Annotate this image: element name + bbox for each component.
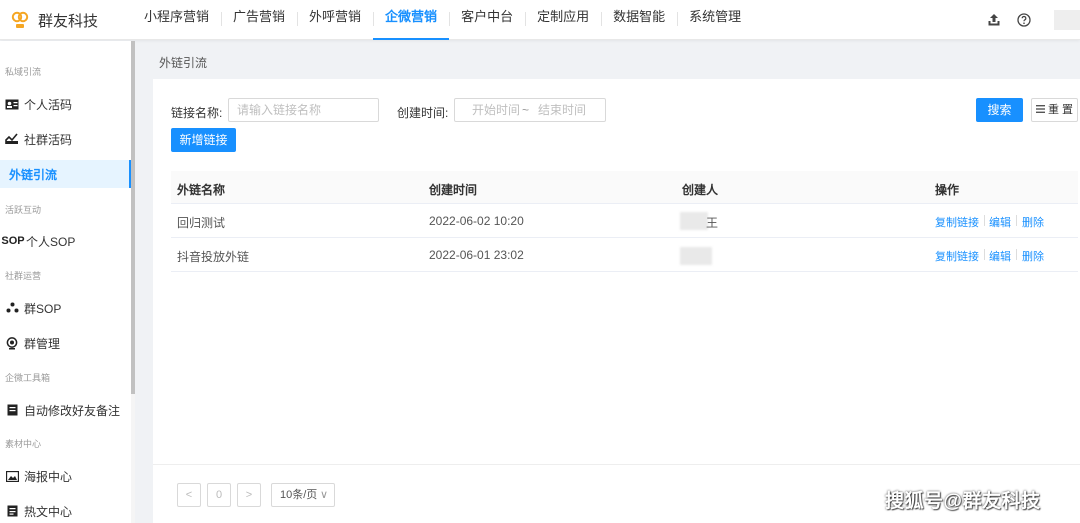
column-header-creator: 创建人 <box>682 183 719 197</box>
action-divider <box>1016 249 1017 260</box>
nav-item-customer[interactable]: 客户中台 <box>449 0 525 40</box>
logo[interactable]: 群友科技 <box>10 8 98 32</box>
sidebar-item-label: 群管理 <box>24 336 61 351</box>
creator-blur <box>680 212 708 230</box>
sidebar-item-personal-sop[interactable]: SOP 个人SOP <box>0 227 131 255</box>
top-bar: 群友科技 小程序营销 广告营销 外呼营销 企微营销 客户中台 定制应用 数据智能… <box>0 0 1080 40</box>
document-icon <box>5 404 19 416</box>
prev-page-button[interactable]: < <box>177 483 201 507</box>
sidebar-item-auto-remark[interactable]: 自动修改好友备注 <box>0 396 131 424</box>
link-name-cell: 抖音投放外链 <box>177 250 250 264</box>
sidebar-item-label: 社群活码 <box>24 132 73 147</box>
content-panel <box>153 79 1080 523</box>
globe-icon <box>5 336 19 349</box>
delete-button[interactable]: 删除 <box>1022 248 1044 264</box>
breadcrumb: 外链引流 <box>159 56 208 70</box>
nav-item-outbound[interactable]: 外呼营销 <box>297 0 373 40</box>
delete-button[interactable]: 删除 <box>1022 214 1044 230</box>
action-divider <box>1016 215 1017 226</box>
main-nav: 小程序营销 广告营销 外呼营销 企微营销 客户中台 定制应用 数据智能 系统管理 <box>132 0 753 40</box>
sidebar-group-tools: 企微工具箱 <box>5 373 51 383</box>
sidebar-item-label: 个人SOP <box>26 234 76 249</box>
search-button[interactable]: 搜索 <box>976 98 1023 122</box>
sidebar-item-label: 热文中心 <box>24 504 73 519</box>
table-row: 回归测试 2022-06-02 10:20 王 复制链接 编辑 删除 <box>171 204 1078 238</box>
nav-item-custom-apps[interactable]: 定制应用 <box>525 0 601 40</box>
copy-link-button[interactable]: 复制链接 <box>935 248 979 264</box>
sidebar-item-posters[interactable]: 海报中心 <box>0 462 131 490</box>
sidebar-item-personal-code[interactable]: 个人活码 <box>0 90 131 118</box>
reset-button-label: 重 置 <box>1047 104 1074 116</box>
nav-item-miniprogram[interactable]: 小程序营销 <box>132 0 221 40</box>
sidebar-group-community: 社群运营 <box>5 271 42 281</box>
sidebar-scrollbar-thumb[interactable] <box>131 41 135 394</box>
sidebar-item-label: 外链引流 <box>9 167 58 182</box>
edit-button[interactable]: 编辑 <box>989 248 1011 264</box>
link-name-cell: 回归测试 <box>177 216 226 230</box>
reset-button[interactable]: 重 置 <box>1031 98 1078 122</box>
create-time-label: 创建时间: <box>397 106 449 120</box>
help-icon[interactable] <box>1016 12 1032 28</box>
sidebar-item-label: 个人活码 <box>24 97 73 112</box>
sidebar-item-label: 群SOP <box>24 301 62 316</box>
sidebar-item-group-code[interactable]: 社群活码 <box>0 125 131 153</box>
pagination-divider <box>153 464 1080 465</box>
chart-icon <box>5 133 19 145</box>
creator-blur <box>680 247 712 265</box>
end-date-placeholder: 结束时间 <box>538 103 587 117</box>
sidebar-item-label: 海报中心 <box>24 469 73 484</box>
sidebar-item-group-manage[interactable]: 群管理 <box>0 329 131 357</box>
logo-icon <box>10 9 30 31</box>
date-range-separator: ~ <box>522 103 530 117</box>
link-name-label: 链接名称: <box>171 106 223 120</box>
table-header: 外链名称 创建时间 创建人 操作 <box>171 171 1078 204</box>
edit-button[interactable]: 编辑 <box>989 214 1011 230</box>
start-date-placeholder: 开始时间 <box>472 103 521 117</box>
sidebar-group-private: 私域引流 <box>5 67 42 77</box>
create-time-cell: 2022-06-02 10:20 <box>429 214 524 228</box>
chevron-down-icon: ∨ <box>319 489 328 501</box>
sidebar-item-articles[interactable]: 热文中心 <box>0 497 131 523</box>
nav-item-data[interactable]: 数据智能 <box>601 0 677 40</box>
article-icon <box>5 505 19 517</box>
table-row: 抖音投放外链 2022-06-01 23:02 复制链接 编辑 删除 <box>171 238 1078 272</box>
action-divider <box>984 249 985 260</box>
page-size-value: 10条/页 <box>280 489 318 501</box>
column-header-name: 外链名称 <box>177 183 226 197</box>
add-link-button[interactable]: 新增链接 <box>171 128 236 152</box>
sidebar-item-label: 自动修改好友备注 <box>24 403 121 418</box>
sop-icon: SOP <box>1 235 25 247</box>
create-time-cell: 2022-06-01 23:02 <box>429 248 524 262</box>
sidebar-item-group-sop[interactable]: 群SOP <box>0 294 131 322</box>
nav-item-ads[interactable]: 广告营销 <box>221 0 297 40</box>
copy-link-button[interactable]: 复制链接 <box>935 214 979 230</box>
column-header-time: 创建时间 <box>429 183 478 197</box>
top-icons <box>986 0 1080 40</box>
logo-text: 群友科技 <box>38 12 99 30</box>
nav-item-wecom[interactable]: 企微营销 <box>373 0 450 40</box>
date-range-input[interactable]: 开始时间 ~ 结束时间 <box>454 98 606 122</box>
next-page-button[interactable]: > <box>237 483 261 507</box>
page-size-select[interactable]: 10条/页 ∨ <box>271 483 335 507</box>
id-card-icon <box>5 98 19 110</box>
column-header-actions: 操作 <box>935 183 960 197</box>
watermark: 搜狐号@群友科技 <box>885 491 1041 512</box>
creator-cell: 王 <box>706 216 719 230</box>
page-number-button[interactable]: 0 <box>207 483 231 507</box>
sidebar: 私域引流 个人活码 社群活码 外链引流 活跃互动 SOP 个人SOP 社群运营 … <box>0 41 131 523</box>
avatar[interactable] <box>1054 10 1080 30</box>
reset-icon <box>1035 99 1045 121</box>
nav-item-system[interactable]: 系统管理 <box>677 0 753 40</box>
group-icon <box>5 302 19 314</box>
image-icon <box>5 470 19 482</box>
sidebar-group-active: 活跃互动 <box>5 205 42 215</box>
upload-icon[interactable] <box>986 12 1002 28</box>
link-name-input[interactable]: 请输入链接名称 <box>228 98 379 122</box>
action-divider <box>984 215 985 226</box>
sidebar-group-materials: 素材中心 <box>5 439 42 449</box>
sidebar-item-external-link[interactable]: 外链引流 <box>0 160 131 188</box>
